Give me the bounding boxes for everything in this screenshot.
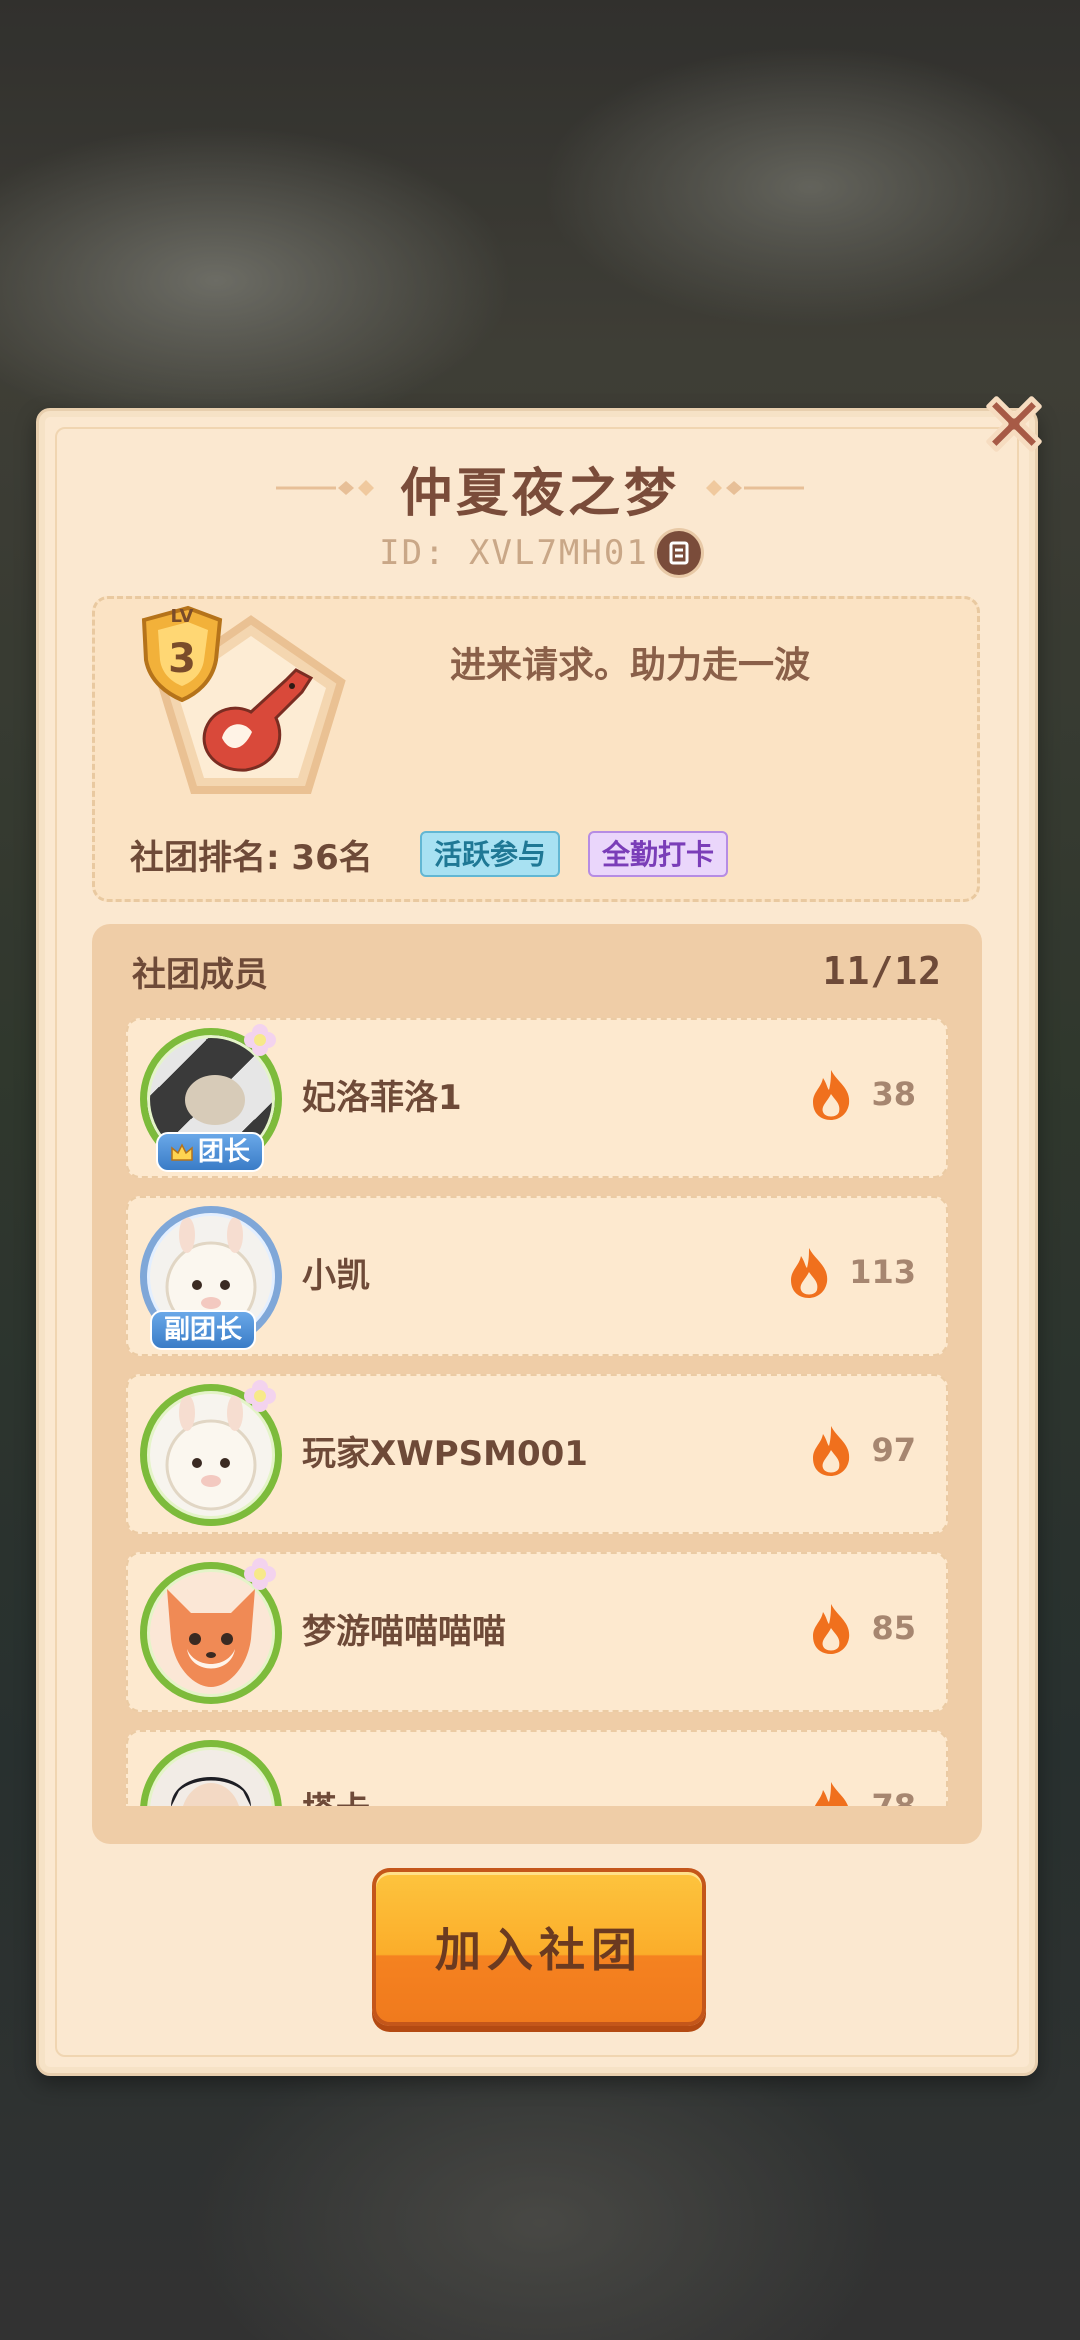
club-name: 仲夏夜之梦 [399, 463, 680, 524]
avatar[interactable] [140, 1740, 282, 1806]
club-motto: 进来请求。助力走一波 [449, 645, 810, 686]
fire-icon [791, 1248, 828, 1298]
svg-text:LV: LV [171, 606, 194, 627]
member-row[interactable]: 副团长 小凯 113 [126, 1196, 948, 1356]
members-count: 11/12 [822, 949, 942, 993]
members-header: 社团成员 11/12 [132, 946, 942, 996]
member-name: 塔卡 [302, 1782, 370, 1806]
member-row[interactable]: 塔卡 78 [126, 1730, 948, 1806]
members-title: 社团成员 [132, 954, 268, 995]
member-activity: 97 [809, 1424, 916, 1476]
fire-icon [815, 1782, 849, 1806]
join-club-button[interactable]: 加入社团 [372, 1868, 706, 2026]
title-row: 仲夏夜之梦 [0, 448, 1080, 528]
join-club-label: 加入社团 [435, 1923, 643, 1977]
fire-icon [813, 1604, 850, 1654]
person-avatar-art [171, 1777, 251, 1806]
crown-icon [171, 1143, 193, 1161]
member-row[interactable]: 梦游喵喵喵喵 85 [126, 1552, 948, 1712]
member-row[interactable]: 玩家XWPSM001 97 [126, 1374, 948, 1534]
member-activity: 38 [809, 1068, 916, 1120]
member-name: 小凯 [302, 1256, 370, 1296]
flower-icon [244, 1024, 276, 1056]
role-badge-vice-leader: 副团长 [150, 1310, 257, 1350]
club-rank: 社团排名: 36名 [130, 838, 373, 878]
member-row[interactable]: 团长 妃洛菲洛1 38 [126, 1018, 948, 1178]
member-activity: 78 [809, 1780, 916, 1806]
svg-text:3: 3 [168, 636, 196, 682]
member-list[interactable]: 团长 妃洛菲洛1 38 副团长 小凯 113 玩家XWPSM001 97 梦游喵… [126, 1018, 948, 1806]
flower-icon [244, 1380, 276, 1412]
fire-icon [813, 1426, 850, 1476]
member-name: 妃洛菲洛1 [302, 1078, 462, 1118]
club-id: ID: XVL7MH01 [379, 533, 649, 573]
tag-active: 活跃参与 [420, 831, 561, 877]
tag-checkin: 全勤打卡 [588, 831, 729, 877]
fire-icon [813, 1070, 850, 1120]
member-activity: 85 [809, 1602, 916, 1654]
members-panel: 社团成员 11/12 团长 妃洛菲洛1 38 副团长 小凯 113 玩家XWPS… [92, 924, 982, 1844]
flower-icon [244, 1558, 276, 1590]
member-name: 梦游喵喵喵喵 [302, 1612, 506, 1652]
copy-id-button[interactable] [656, 531, 701, 575]
title-left-ornament [275, 480, 374, 496]
club-id-row: ID: XVL7MH01 [0, 528, 1080, 578]
title-right-ornament [706, 480, 804, 496]
role-badge-leader: 团长 [156, 1132, 265, 1172]
member-name: 玩家XWPSM001 [302, 1434, 588, 1474]
copy-icon [669, 541, 689, 565]
member-activity: 113 [787, 1246, 916, 1298]
club-emblem: LV 3 [141, 605, 346, 794]
